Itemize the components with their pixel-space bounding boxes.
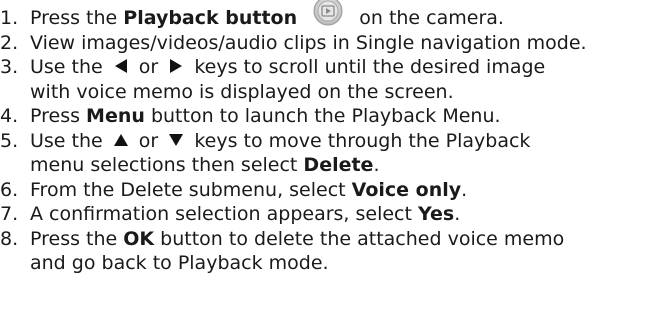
step-text-continued: with voice memo is displayed on the scre… (30, 80, 454, 103)
down-arrow-key-icon (169, 133, 184, 146)
step-text: View images/videos/audio clips in Single… (30, 31, 587, 54)
step-number: 6. (0, 178, 19, 201)
step-text: button to delete the attached voice memo (154, 227, 565, 250)
menu-button-label: Menu (86, 105, 145, 127)
delete-option-label: Delete (303, 154, 374, 176)
step-number: 3. (0, 56, 19, 78)
instruction-list: 1. Press the Playback button on the came… (0, 0, 650, 276)
ok-button-label: OK (123, 227, 155, 250)
step-text: on the camera. (359, 7, 504, 29)
step-text: Use the (30, 56, 109, 78)
up-arrow-key-icon (113, 133, 128, 146)
step-4: 4. Press Menu button to launch the Playb… (0, 104, 650, 129)
step-1: 1. Press the Playback button on the came… (0, 0, 650, 31)
step-6: 6. From the Delete submenu, select Voice… (0, 178, 650, 203)
step-number: 1. (0, 7, 19, 29)
step-text: . (461, 178, 468, 201)
step-2: 2. View images/videos/audio clips in Sin… (0, 31, 650, 56)
step-text: keys to scroll until the desired image (188, 56, 546, 78)
yes-option-label: Yes (418, 203, 455, 225)
left-arrow-key-icon (114, 59, 127, 73)
step-text: A confirmation selection appears, select (30, 203, 418, 225)
step-7: 7. A confirmation selection appears, sel… (0, 202, 650, 227)
step-text: . (373, 154, 380, 176)
step-number: 5. (0, 129, 19, 152)
playback-button-icon (305, 0, 351, 26)
step-text: or (132, 56, 165, 78)
step-number: 2. (0, 31, 19, 54)
step-number: 4. (0, 105, 19, 127)
right-arrow-key-icon (170, 59, 183, 73)
step-number: 7. (0, 203, 19, 225)
step-text: or (132, 129, 165, 152)
step-number: 8. (0, 227, 19, 250)
step-text: Use the (30, 129, 109, 152)
playback-button-label: Playback button (123, 7, 298, 29)
step-text: button to launch the Playback Menu. (144, 105, 501, 127)
step-text: Press the (30, 227, 124, 250)
step-text: From the Delete submenu, select (30, 178, 352, 201)
step-8: 8. Press the OK button to delete the att… (0, 227, 650, 276)
step-text: Press (30, 105, 87, 127)
step-text: keys to move through the Playback (188, 129, 531, 152)
step-text: Press the (30, 7, 124, 29)
step-5: 5. Use the or keys to move through the P… (0, 129, 650, 178)
step-text-continued: and go back to Playback mode. (30, 252, 329, 274)
step-text: . (454, 203, 461, 225)
voice-only-option-label: Voice only (351, 178, 462, 201)
step-3: 3. Use the or keys to scroll until the d… (0, 55, 650, 104)
step-text-continued: menu selections then select (30, 154, 304, 176)
